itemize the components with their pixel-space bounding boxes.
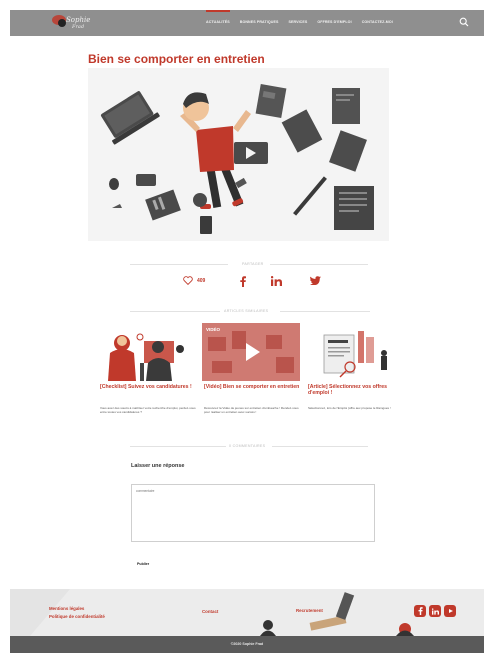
article-title: Bien se comporter en entretien [88,52,265,66]
share-section-label: Partager [242,262,264,266]
related-card-3-image[interactable] [306,323,404,381]
copyright-bar: ©2020 Sophie Frad [10,636,484,653]
twitter-icon [310,276,321,285]
site-header: Sophie Frad ACTUALITÉS BONNES PRATIQUES … [10,10,484,36]
article-hero-image [88,68,389,241]
footer-link-legal[interactable]: Mentions légales [49,606,84,611]
related-section-label: Articles similaires [224,309,269,313]
share-divider-left [130,264,228,265]
site-footer [10,589,484,636]
related-card-3-text: Sélectionnez, lors de l'Emploi (offre au… [308,406,391,410]
comments-divider-left [130,446,226,447]
footer-link-recruitment[interactable]: Recrutement [296,608,323,613]
related-divider-left [130,311,220,312]
related-card-3-illustration [306,323,404,381]
footer-facebook-button[interactable] [414,605,426,617]
nav-item-offres-emploi[interactable]: OFFRES D'EMPLOI [317,20,351,24]
submit-comment-button[interactable]: Publier [137,562,149,566]
related-card-1-title[interactable]: [Checklist] Suivez vos candidatures ! [100,384,196,390]
share-linkedin-button[interactable] [271,276,282,286]
nav-item-services[interactable]: SERVICES [288,20,307,24]
related-divider-right [280,311,370,312]
copyright-text: ©2020 Sophie Frad [230,642,264,646]
related-card-2-image[interactable]: VIDÉO [202,323,300,381]
main-nav: ACTUALITÉS BONNES PRATIQUES SERVICES OFF… [206,10,393,24]
related-card-1-text: Vous avez des soucis à maîtriser votre r… [100,406,196,414]
footer-link-contact[interactable]: Contact [202,609,218,614]
share-divider-right [270,264,368,265]
related-card-2-illustration: VIDÉO [202,323,300,381]
linkedin-square-icon [431,607,439,615]
footer-link-privacy[interactable]: Politique de confidentialité [49,614,105,619]
logo-mark-dark [58,19,66,27]
search-icon[interactable] [459,17,469,27]
reply-title: Laisser une réponse [131,463,185,469]
facebook-square-icon [418,607,423,615]
related-card-1-image[interactable] [100,323,198,381]
page: Sophie Frad ACTUALITÉS BONNES PRATIQUES … [0,0,492,653]
footer-linkedin-button[interactable] [429,605,441,617]
nav-item-actualites[interactable]: ACTUALITÉS [206,10,230,24]
nav-item-bonnes-pratiques[interactable]: BONNES PRATIQUES [240,20,279,24]
share-facebook-button[interactable] [240,276,246,287]
comments-divider-right [272,446,368,447]
related-card-2-text: Découvrez la Vidéo de jeunes sur entreti… [204,406,299,414]
related-card-3-title[interactable]: [Article] Sélectionnez vos offres d'empl… [308,384,404,396]
related-card-2-image-label: VIDÉO [206,325,221,332]
related-card-1-illustration [100,323,198,381]
hero-illustration [100,83,374,234]
related-card-2-title[interactable]: [Vidéo] Bien se comporter en entretien [204,384,300,390]
heart-icon [183,276,193,285]
youtube-icon [448,609,453,613]
comments-section-label: 0 commentaires [229,444,266,448]
facebook-icon [240,276,246,287]
like-button[interactable]: 409 [183,276,205,285]
logo-text: Sophie [66,16,91,24]
comment-textarea[interactable]: commentaire [131,484,375,542]
logo-subtext: Frad [72,24,85,30]
comment-placeholder: commentaire [136,489,155,493]
share-twitter-button[interactable] [310,276,321,285]
site-logo[interactable]: Sophie Frad [48,13,94,35]
linkedin-icon [271,276,282,286]
footer-background-illustration [10,589,484,636]
footer-youtube-button[interactable] [444,605,456,617]
nav-item-contact[interactable]: CONTACTEZ-MOI [362,20,393,24]
likes-count: 409 [197,277,206,284]
